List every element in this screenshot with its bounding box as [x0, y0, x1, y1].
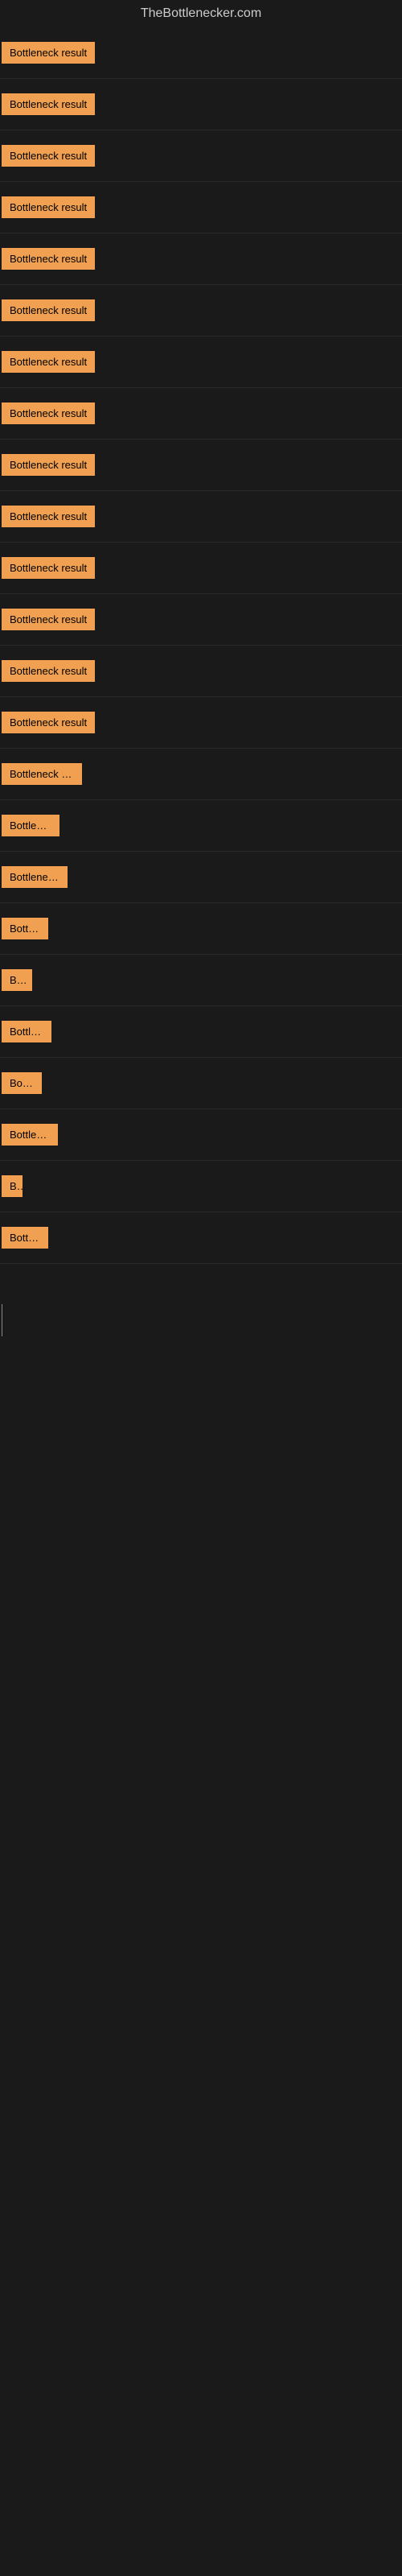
bottleneck-result-button[interactable]: Bottleneck result — [2, 557, 95, 579]
bottleneck-result-button[interactable]: Bottleneck result — [2, 93, 95, 115]
bottleneck-result-button[interactable]: Bottle — [2, 1072, 42, 1094]
bottleneck-row: Bottleneck result — [0, 130, 402, 182]
bottleneck-result-button[interactable]: Bottleneck result — [2, 145, 95, 167]
bottleneck-row: Bottleneck result — [0, 336, 402, 388]
bottleneck-row: Bott — [0, 955, 402, 1006]
bottleneck-row: Bottlenec — [0, 1109, 402, 1161]
bottleneck-result-button[interactable]: Bottleneck result — [2, 248, 95, 270]
bottleneck-row: Bottlens — [0, 1006, 402, 1058]
bottleneck-row: Bottleneck result — [0, 27, 402, 79]
bottleneck-result-button[interactable]: Bottleneck res — [2, 763, 82, 785]
bottleneck-row: Bottlen — [0, 903, 402, 955]
bottleneck-result-button[interactable]: Bott — [2, 969, 32, 991]
bottleneck-row: Bottleneck result — [0, 646, 402, 697]
bottleneck-row: Bottleneck result — [0, 491, 402, 543]
bottleneck-row: Bottleneck result — [0, 543, 402, 594]
bottleneck-result-button[interactable]: Bottlens — [2, 1021, 51, 1042]
bottleneck-result-button[interactable]: Bottleneck result — [2, 402, 95, 424]
bottleneck-row: Bottle — [0, 1058, 402, 1109]
bottleneck-result-button[interactable]: Bottlen — [2, 1227, 48, 1249]
bottleneck-result-button[interactable]: Bottlenec — [2, 1124, 58, 1146]
bottleneck-result-button[interactable]: Bottlenec — [2, 815, 59, 836]
bottleneck-row: Bottleneck result — [0, 388, 402, 440]
bottleneck-row: Bottleneck result — [0, 79, 402, 130]
bottleneck-row: Bottleneck r — [0, 852, 402, 903]
bottleneck-result-button[interactable]: Bottleneck result — [2, 712, 95, 733]
bottleneck-row: Bottleneck res — [0, 749, 402, 800]
bottleneck-row: Bottleneck result — [0, 697, 402, 749]
bottleneck-result-button[interactable]: Bottleneck result — [2, 660, 95, 682]
bottleneck-row: Bottleneck result — [0, 440, 402, 491]
bottleneck-result-button[interactable]: Bottleneck result — [2, 196, 95, 218]
bottleneck-result-button[interactable]: Bottleneck result — [2, 299, 95, 321]
bottleneck-result-button[interactable]: Bottleneck result — [2, 506, 95, 527]
bottleneck-result-button[interactable]: Bottlen — [2, 918, 48, 939]
bottleneck-row: Bottlenec — [0, 800, 402, 852]
bottleneck-result-button[interactable]: Bottleneck result — [2, 42, 95, 64]
site-title: TheBottlenecker.com — [0, 0, 402, 27]
bottleneck-row: Bottleneck result — [0, 233, 402, 285]
bottleneck-result-button[interactable]: Bottleneck result — [2, 454, 95, 476]
bottleneck-result-button[interactable]: Bottleneck result — [2, 351, 95, 373]
bottleneck-row: Bottlen — [0, 1212, 402, 1264]
bottleneck-row: Bo — [0, 1161, 402, 1212]
bottleneck-result-button[interactable]: Bottleneck result — [2, 609, 95, 630]
bottleneck-result-button[interactable]: Bottleneck r — [2, 866, 68, 888]
bottleneck-row: Bottleneck result — [0, 285, 402, 336]
bottleneck-row: Bottleneck result — [0, 594, 402, 646]
bottleneck-result-button[interactable]: Bo — [2, 1175, 23, 1197]
bottleneck-row: Bottleneck result — [0, 182, 402, 233]
